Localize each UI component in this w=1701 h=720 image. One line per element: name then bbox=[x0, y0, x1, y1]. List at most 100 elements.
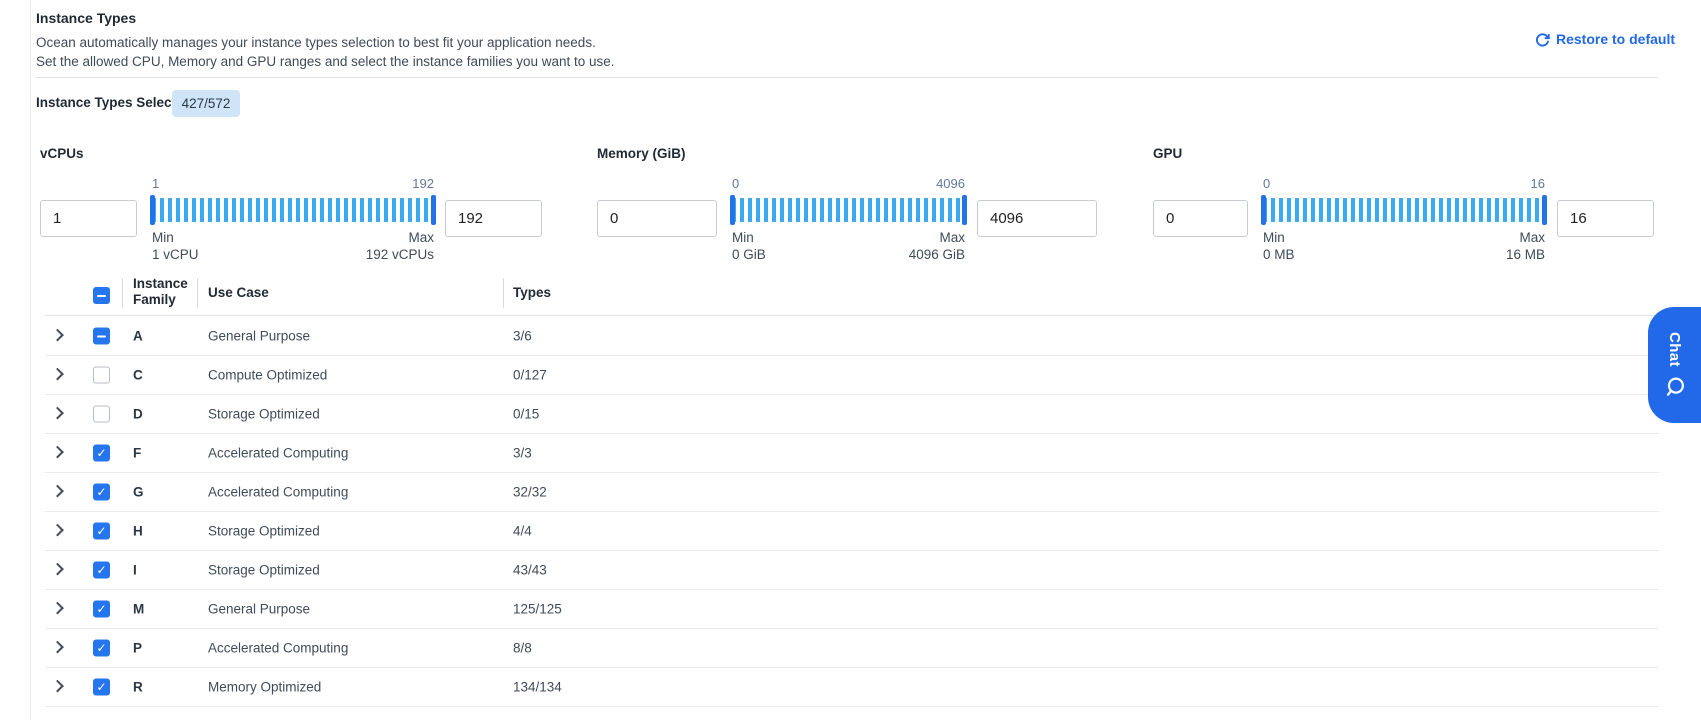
vcpus-max-input[interactable] bbox=[445, 200, 542, 237]
vcpus-slider-max-handle[interactable] bbox=[431, 195, 436, 225]
instance-family-cell: I bbox=[133, 563, 137, 578]
expand-row-chevron-icon[interactable] bbox=[51, 602, 64, 615]
chat-button[interactable]: Chat bbox=[1648, 307, 1701, 423]
use-case-cell: Accelerated Computing bbox=[208, 485, 348, 500]
vcpus-captions: 1 vCPU 192 vCPUs bbox=[152, 247, 434, 262]
page-description: Ocean automatically manages your instanc… bbox=[36, 33, 615, 71]
types-count-cell: 3/3 bbox=[513, 446, 532, 461]
instance-family-cell: C bbox=[133, 368, 143, 383]
gpu-max-label: Max bbox=[1519, 230, 1545, 245]
memory-minmax-labels: Min Max bbox=[732, 230, 965, 245]
expand-row-chevron-icon[interactable] bbox=[51, 680, 64, 693]
expand-row-chevron-icon[interactable] bbox=[51, 524, 64, 537]
row-checkbox[interactable] bbox=[93, 367, 110, 384]
column-divider bbox=[503, 278, 504, 308]
gpu-min-label: Min bbox=[1263, 230, 1285, 245]
select-all-checkbox[interactable] bbox=[93, 287, 110, 304]
restore-to-default-button[interactable]: Restore to default bbox=[1535, 31, 1675, 47]
vcpus-slider-min-handle[interactable] bbox=[150, 195, 155, 225]
types-count-cell: 8/8 bbox=[513, 641, 532, 656]
row-checkbox[interactable] bbox=[93, 484, 110, 501]
selected-count-badge: 427/572 bbox=[172, 90, 240, 117]
expand-row-chevron-icon[interactable] bbox=[51, 485, 64, 498]
memory-max-caption: 4096 GiB bbox=[909, 247, 965, 262]
memory-slider-section: Memory (GiB) 0 4096 Min Max 0 GiB 4096 G… bbox=[597, 138, 1100, 266]
row-checkbox[interactable] bbox=[93, 562, 110, 579]
expand-row-chevron-icon[interactable] bbox=[51, 329, 64, 342]
use-case-cell: General Purpose bbox=[208, 329, 310, 344]
instance-family-cell: P bbox=[133, 641, 142, 656]
table-row: M General Purpose 125/125 bbox=[45, 590, 1659, 629]
gpu-scale-max: 16 bbox=[1531, 176, 1545, 191]
gpu-max-caption: 16 MB bbox=[1506, 247, 1545, 262]
memory-max-label: Max bbox=[939, 230, 965, 245]
row-checkbox[interactable] bbox=[93, 601, 110, 618]
memory-captions: 0 GiB 4096 GiB bbox=[732, 247, 965, 262]
vcpus-title: vCPUs bbox=[40, 146, 84, 161]
instance-family-cell: R bbox=[133, 680, 143, 695]
gpu-scale-min: 0 bbox=[1263, 176, 1270, 191]
gpu-min-input[interactable] bbox=[1153, 200, 1248, 237]
use-case-cell: Memory Optimized bbox=[208, 680, 321, 695]
memory-scale-min: 0 bbox=[732, 176, 739, 191]
row-checkbox[interactable] bbox=[93, 328, 110, 345]
table-row: D Storage Optimized 0/15 bbox=[45, 395, 1659, 434]
gpu-minmax-labels: Min Max bbox=[1263, 230, 1545, 245]
use-case-cell: Compute Optimized bbox=[208, 368, 327, 383]
column-divider bbox=[197, 278, 198, 308]
vcpus-slider-track[interactable] bbox=[152, 198, 434, 222]
row-checkbox[interactable] bbox=[93, 640, 110, 657]
gpu-min-caption: 0 MB bbox=[1263, 247, 1295, 262]
use-case-cell: Storage Optimized bbox=[208, 524, 320, 539]
use-case-cell: Accelerated Computing bbox=[208, 446, 348, 461]
memory-slider-min-handle[interactable] bbox=[730, 195, 735, 225]
expand-row-chevron-icon[interactable] bbox=[51, 563, 64, 576]
gpu-max-input[interactable] bbox=[1557, 200, 1654, 237]
vcpus-max-label: Max bbox=[408, 230, 434, 245]
table-row: A General Purpose 3/6 bbox=[45, 317, 1659, 356]
gpu-slider-section: GPU 0 16 Min Max 0 MB 16 MB bbox=[1153, 138, 1657, 266]
table-row: F Accelerated Computing 3/3 bbox=[45, 434, 1659, 473]
use-case-cell: Accelerated Computing bbox=[208, 641, 348, 656]
gpu-captions: 0 MB 16 MB bbox=[1263, 247, 1545, 262]
vcpus-min-input[interactable] bbox=[40, 200, 137, 237]
restore-to-default-label: Restore to default bbox=[1556, 31, 1675, 47]
instance-family-table-header: Instance Family Use Case Types bbox=[45, 270, 1659, 316]
memory-title: Memory (GiB) bbox=[597, 146, 686, 161]
gpu-slider-max-handle[interactable] bbox=[1542, 195, 1547, 225]
table-row: P Accelerated Computing 8/8 bbox=[45, 629, 1659, 668]
expand-row-chevron-icon[interactable] bbox=[51, 407, 64, 420]
column-header-instance-family: Instance Family bbox=[133, 276, 195, 308]
gpu-slider-track[interactable] bbox=[1263, 198, 1545, 222]
use-case-cell: Storage Optimized bbox=[208, 563, 320, 578]
table-body: A General Purpose 3/6 C Compute Optimize… bbox=[45, 317, 1659, 707]
memory-min-input[interactable] bbox=[597, 200, 717, 237]
column-header-use-case: Use Case bbox=[208, 285, 269, 300]
table-row: C Compute Optimized 0/127 bbox=[45, 356, 1659, 395]
vcpus-min-caption: 1 vCPU bbox=[152, 247, 199, 262]
memory-slider-max-handle[interactable] bbox=[962, 195, 967, 225]
gpu-slider-min-handle[interactable] bbox=[1261, 195, 1266, 225]
panel-left-border bbox=[30, 0, 31, 720]
types-count-cell: 0/15 bbox=[513, 407, 539, 422]
memory-max-input[interactable] bbox=[977, 200, 1097, 237]
memory-min-caption: 0 GiB bbox=[732, 247, 766, 262]
expand-row-chevron-icon[interactable] bbox=[51, 641, 64, 654]
gpu-scale-labels: 0 16 bbox=[1263, 176, 1545, 191]
instance-family-cell: G bbox=[133, 485, 144, 500]
instance-family-cell: M bbox=[133, 602, 144, 617]
row-checkbox[interactable] bbox=[93, 406, 110, 423]
table-row: G Accelerated Computing 32/32 bbox=[45, 473, 1659, 512]
types-count-cell: 0/127 bbox=[513, 368, 547, 383]
refresh-icon bbox=[1535, 32, 1550, 47]
memory-min-label: Min bbox=[732, 230, 754, 245]
memory-scale-labels: 0 4096 bbox=[732, 176, 965, 191]
row-checkbox[interactable] bbox=[93, 445, 110, 462]
instance-types-panel: Instance Types Ocean automatically manag… bbox=[0, 0, 1701, 720]
memory-slider-track[interactable] bbox=[732, 198, 965, 222]
expand-row-chevron-icon[interactable] bbox=[51, 368, 64, 381]
row-checkbox[interactable] bbox=[93, 523, 110, 540]
instance-family-cell: D bbox=[133, 407, 143, 422]
expand-row-chevron-icon[interactable] bbox=[51, 446, 64, 459]
row-checkbox[interactable] bbox=[93, 679, 110, 696]
